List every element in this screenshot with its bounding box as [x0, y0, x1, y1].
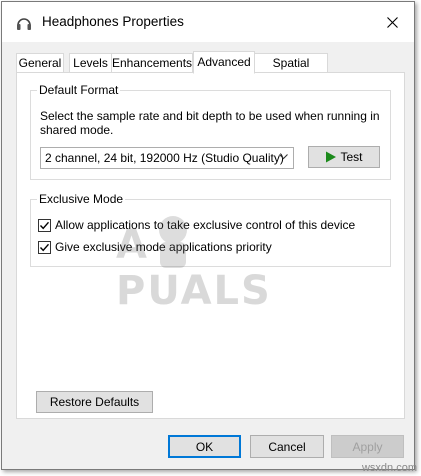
format-select-value: 2 channel, 24 bit, 192000 Hz (Studio Qua…: [45, 151, 284, 165]
properties-dialog: Headphones Properties General Levels Enh…: [1, 1, 415, 470]
tab-enhancements[interactable]: Enhancements: [111, 53, 193, 72]
allow-exclusive-control-option[interactable]: Allow applications to take exclusive con…: [38, 217, 355, 233]
apply-button[interactable]: Apply: [331, 435, 404, 458]
allow-exclusive-control-label: Allow applications to take exclusive con…: [55, 218, 356, 232]
tab-advanced[interactable]: Advanced: [193, 51, 255, 74]
close-button[interactable]: [370, 2, 414, 42]
test-button[interactable]: Test: [308, 146, 380, 168]
play-icon: [326, 151, 337, 163]
ok-button[interactable]: OK: [168, 435, 241, 458]
headphones-icon: [15, 14, 33, 32]
default-format-legend: Default Format: [37, 83, 121, 97]
title-bar: Headphones Properties: [2, 2, 414, 42]
default-format-group: Default Format Select the sample rate an…: [30, 83, 391, 180]
format-select[interactable]: 2 channel, 24 bit, 192000 Hz (Studio Qua…: [40, 147, 294, 169]
exclusive-priority-option[interactable]: Give exclusive mode applications priorit…: [38, 239, 272, 255]
checkmark-icon: [39, 221, 50, 229]
default-format-description: Select the sample rate and bit depth to …: [40, 109, 380, 137]
tab-levels[interactable]: Levels: [69, 53, 112, 72]
allow-exclusive-control-checkbox[interactable]: [38, 218, 51, 232]
exclusive-priority-checkbox[interactable]: [38, 240, 51, 254]
window-title: Headphones Properties: [42, 14, 184, 29]
close-icon: [386, 16, 398, 28]
tab-spatial-sound[interactable]: Spatial sound: [254, 53, 328, 89]
chevron-down-icon: [279, 154, 288, 160]
exclusive-mode-legend: Exclusive Mode: [37, 192, 126, 206]
exclusive-priority-label: Give exclusive mode applications priorit…: [55, 240, 272, 254]
cancel-button[interactable]: Cancel: [250, 435, 324, 458]
test-button-label: Test: [340, 150, 363, 164]
checkmark-icon: [39, 243, 50, 251]
site-label: wsxdn.com: [361, 462, 417, 474]
exclusive-mode-group: Exclusive Mode Allow applications to tak…: [30, 192, 391, 267]
advanced-panel: Default Format Select the sample rate an…: [16, 72, 405, 419]
tab-general[interactable]: General: [16, 53, 64, 72]
restore-defaults-button[interactable]: Restore Defaults: [36, 391, 153, 413]
